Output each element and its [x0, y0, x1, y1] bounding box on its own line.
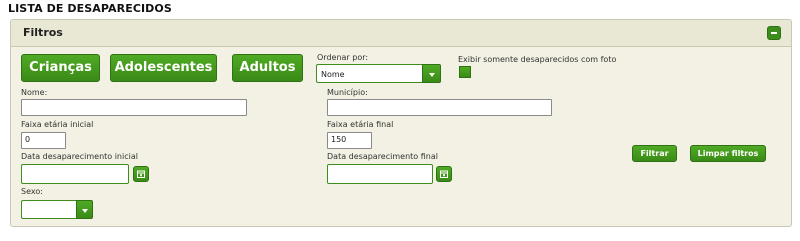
sexo-label: Sexo:	[21, 187, 43, 196]
exibir-foto-label: Exibir somente desaparecidos com foto	[458, 55, 617, 64]
filtrar-button[interactable]: Filtrar	[632, 145, 677, 162]
data-final-calendar-icon[interactable]	[436, 166, 452, 182]
ordenar-select[interactable]: Nome	[316, 64, 422, 83]
collapse-minus-icon[interactable]	[767, 26, 781, 40]
faixa-final-label: Faixa etária final	[327, 120, 394, 129]
ordenar-chevron-down-icon[interactable]	[422, 64, 441, 83]
data-inicial-label: Data desaparecimento inicial	[21, 152, 138, 161]
filters-panel: Filtros	[10, 19, 792, 227]
faixa-final-input[interactable]: 150	[327, 132, 372, 149]
exibir-foto-checkbox[interactable]	[459, 66, 471, 78]
filters-title: Filtros	[23, 26, 63, 39]
nome-label: Nome:	[21, 88, 48, 97]
ordenar-label: Ordenar por:	[317, 53, 369, 62]
sexo-chevron-down-icon[interactable]	[76, 200, 93, 219]
data-inicial-input[interactable]	[21, 164, 129, 184]
faixa-inicial-input[interactable]: 0	[21, 132, 66, 149]
sexo-select[interactable]	[21, 200, 76, 219]
data-inicial-calendar-icon[interactable]	[133, 166, 149, 182]
limpar-filtros-button[interactable]: Limpar filtros	[690, 145, 766, 162]
adultos-button[interactable]: Adultos	[232, 54, 303, 82]
filters-header[interactable]: Filtros	[11, 20, 791, 47]
adolescentes-button[interactable]: Adolescentes	[110, 54, 217, 82]
data-final-input[interactable]	[327, 164, 433, 184]
page-title: LISTA DE DESAPARECIDOS	[8, 2, 172, 15]
criancas-button[interactable]: Crianças	[21, 54, 100, 82]
data-final-label: Data desaparecimento final	[327, 152, 438, 161]
faixa-inicial-label: Faixa etária inicial	[21, 120, 94, 129]
municipio-label: Município:	[327, 88, 368, 97]
nome-input[interactable]	[21, 99, 247, 116]
municipio-input[interactable]	[327, 99, 552, 116]
